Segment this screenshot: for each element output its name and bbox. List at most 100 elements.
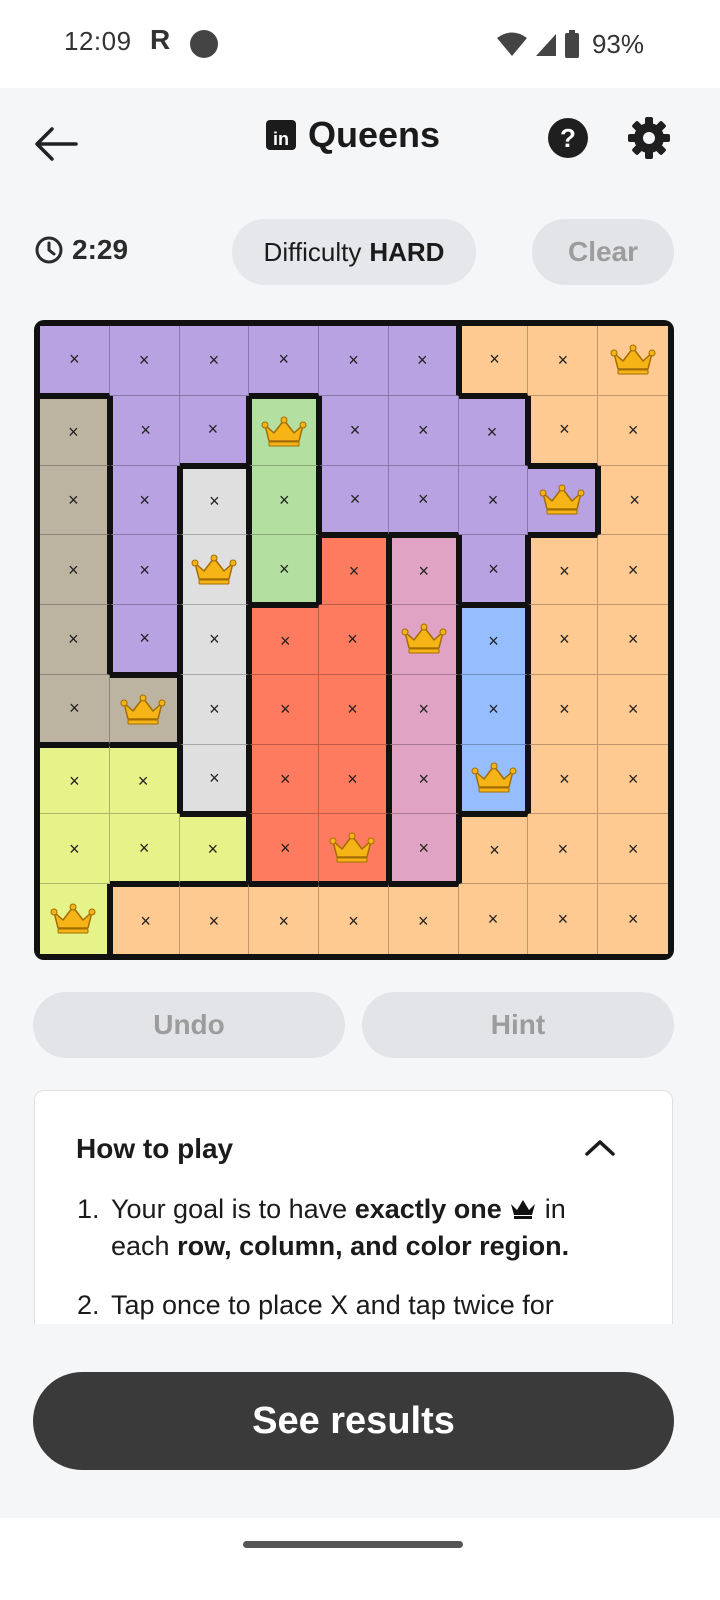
board-cell[interactable]: ×: [598, 814, 668, 885]
board-cell[interactable]: ×: [40, 395, 110, 466]
x-mark: ×: [418, 699, 430, 720]
board-cell[interactable]: ×: [598, 395, 668, 466]
board-cell[interactable]: ×: [179, 395, 250, 466]
board-cell[interactable]: ×: [388, 674, 459, 745]
board-cell[interactable]: ×: [249, 814, 320, 885]
board-cell[interactable]: ×: [598, 605, 668, 675]
help-button[interactable]: ?: [548, 118, 588, 158]
board-cell[interactable]: ×: [109, 814, 180, 885]
crown-icon: [191, 554, 237, 585]
board-cell[interactable]: ×: [458, 605, 529, 675]
board-cell[interactable]: ×: [528, 535, 599, 606]
board-cell[interactable]: ×: [319, 535, 389, 606]
board-cell[interactable]: ×: [388, 465, 459, 536]
x-mark: ×: [557, 909, 569, 930]
board-cell[interactable]: ×: [598, 744, 668, 815]
crown-icon: [401, 623, 447, 654]
board-cell[interactable]: ×: [319, 395, 389, 466]
crown-icon: [471, 762, 517, 793]
home-gesture-bar[interactable]: [243, 1541, 463, 1548]
gear-icon: [628, 117, 670, 159]
board-cell[interactable]: ×: [528, 884, 599, 954]
board-cell[interactable]: ×: [249, 744, 320, 815]
board-cell[interactable]: ×: [388, 814, 459, 885]
board-cell[interactable]: [109, 674, 180, 745]
board-cell[interactable]: ×: [458, 674, 529, 745]
board-cell[interactable]: ×: [179, 326, 250, 396]
board-cell[interactable]: ×: [40, 674, 110, 745]
settings-button[interactable]: [627, 116, 671, 160]
board-cell[interactable]: ×: [179, 814, 250, 885]
board-cell[interactable]: ×: [40, 605, 110, 675]
hint-button[interactable]: Hint: [362, 992, 674, 1058]
board-cell[interactable]: ×: [179, 884, 250, 954]
board-cell[interactable]: ×: [598, 465, 668, 536]
board-cell[interactable]: ×: [249, 535, 320, 606]
board-cell[interactable]: [388, 605, 459, 675]
board-cell[interactable]: ×: [249, 605, 320, 675]
board-cell[interactable]: ×: [388, 535, 459, 606]
board-cell[interactable]: ×: [109, 465, 180, 536]
board-cell[interactable]: [179, 535, 250, 606]
board-cell[interactable]: ×: [458, 814, 529, 885]
board-cell[interactable]: ×: [319, 605, 389, 675]
board-cell[interactable]: ×: [458, 535, 529, 606]
board-cell[interactable]: ×: [388, 744, 459, 815]
board-cell[interactable]: ×: [40, 744, 110, 815]
board-cell[interactable]: [528, 465, 599, 536]
board-cell[interactable]: ×: [249, 465, 320, 536]
back-button[interactable]: [32, 118, 84, 170]
board-cell[interactable]: ×: [109, 744, 180, 815]
board-cell[interactable]: [249, 395, 320, 466]
board-cell[interactable]: ×: [319, 674, 389, 745]
clear-button[interactable]: Clear: [532, 219, 674, 285]
board-cell[interactable]: ×: [598, 674, 668, 745]
board-cell[interactable]: ×: [319, 744, 389, 815]
see-results-button[interactable]: See results: [33, 1372, 674, 1470]
board-cell[interactable]: ×: [249, 326, 320, 396]
board-cell[interactable]: ×: [40, 465, 110, 536]
board-cell[interactable]: ×: [179, 744, 250, 815]
board-cell[interactable]: ×: [109, 535, 180, 606]
board-cell[interactable]: ×: [528, 674, 599, 745]
board-cell[interactable]: ×: [179, 674, 250, 745]
board-cell[interactable]: ×: [40, 814, 110, 885]
board-cell[interactable]: ×: [249, 884, 320, 954]
board-cell[interactable]: ×: [109, 605, 180, 675]
undo-button[interactable]: Undo: [33, 992, 345, 1058]
board-cell[interactable]: ×: [40, 535, 110, 606]
board-cell[interactable]: ×: [109, 395, 180, 466]
board-cell[interactable]: ×: [528, 326, 599, 396]
board-cell[interactable]: ×: [319, 465, 389, 536]
board-cell[interactable]: ×: [319, 884, 389, 954]
board-cell[interactable]: [598, 326, 668, 396]
board-cell[interactable]: ×: [458, 465, 529, 536]
board-cell[interactable]: ×: [109, 884, 180, 954]
crown-icon: [610, 344, 656, 375]
board-cell[interactable]: ×: [388, 395, 459, 466]
board-cell[interactable]: ×: [528, 395, 599, 466]
board-cell[interactable]: ×: [40, 326, 110, 396]
collapse-button[interactable]: [584, 1137, 616, 1157]
board-cell[interactable]: ×: [388, 884, 459, 954]
x-mark: ×: [559, 699, 570, 720]
board-cell[interactable]: ×: [458, 326, 529, 396]
board-cell[interactable]: ×: [179, 465, 250, 536]
crown-icon: [120, 694, 166, 725]
board-cell[interactable]: ×: [458, 884, 529, 954]
board-cell[interactable]: [319, 814, 389, 885]
board-cell[interactable]: ×: [528, 744, 599, 815]
x-mark: ×: [68, 489, 79, 510]
board-cell[interactable]: ×: [179, 605, 250, 675]
board-cell[interactable]: [40, 884, 110, 954]
board-cell[interactable]: [458, 744, 529, 815]
board-cell[interactable]: ×: [598, 535, 668, 606]
board-cell[interactable]: ×: [109, 326, 180, 396]
board-cell[interactable]: ×: [388, 326, 459, 396]
board-cell[interactable]: ×: [528, 814, 599, 885]
board-cell[interactable]: ×: [528, 605, 599, 675]
board-cell[interactable]: ×: [249, 674, 320, 745]
board-cell[interactable]: ×: [598, 884, 668, 954]
board-cell[interactable]: ×: [319, 326, 389, 396]
board-cell[interactable]: ×: [458, 395, 529, 466]
